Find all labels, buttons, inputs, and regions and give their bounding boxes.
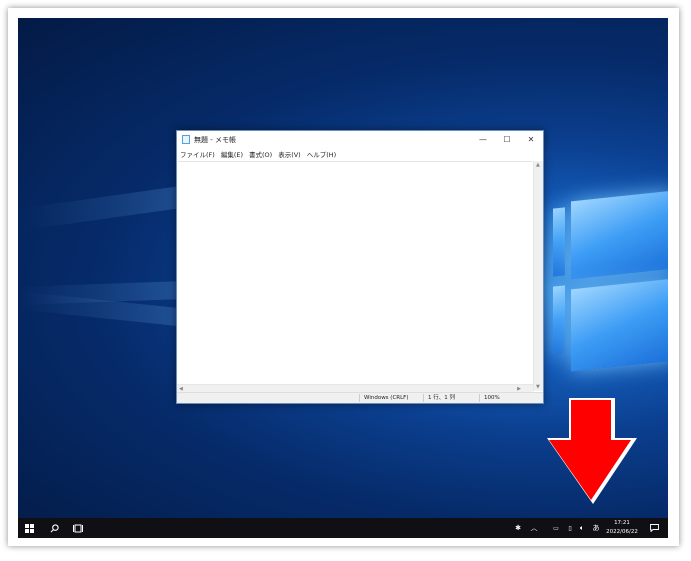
menu-edit[interactable]: 編集(E) xyxy=(221,149,243,159)
close-button[interactable]: ✕ xyxy=(519,131,543,148)
status-bar: Windows (CRLF) 1 行、1 列 100% xyxy=(177,392,543,403)
title-bar[interactable]: 無題 - メモ帳 — ☐ ✕ xyxy=(177,131,543,148)
search-button[interactable] xyxy=(44,518,64,538)
volume-icon[interactable]: 🔈︎ xyxy=(576,518,588,538)
status-encoding: Windows (CRLF) xyxy=(359,394,424,402)
clock-date[interactable]: 2022/06/22 xyxy=(602,529,642,535)
maximize-button[interactable]: ☐ xyxy=(495,131,519,148)
scroll-up-icon[interactable]: ▲ xyxy=(536,162,540,168)
network-icon[interactable]: ▯ xyxy=(564,518,576,538)
people-icon[interactable]: ✱ xyxy=(512,518,524,538)
notepad-window[interactable]: 無題 - メモ帳 — ☐ ✕ ファイル(F) 編集(E) 書式(O) 表示(V)… xyxy=(176,130,544,404)
menu-view[interactable]: 表示(V) xyxy=(278,149,301,159)
minimize-button[interactable]: — xyxy=(471,131,495,148)
windows-start-icon xyxy=(24,523,34,533)
search-icon xyxy=(50,523,59,532)
vertical-scrollbar[interactable]: ▲ ▼ xyxy=(533,161,543,391)
notification-center-icon[interactable] xyxy=(646,518,662,538)
task-view-button[interactable] xyxy=(68,518,88,538)
scroll-down-icon[interactable]: ▼ xyxy=(536,384,540,390)
status-position: 1 行、1 列 xyxy=(423,394,478,402)
menu-file[interactable]: ファイル(F) xyxy=(180,149,215,159)
taskbar: ✱ ︿ ▭ ▯ 🔈︎ あ 17:21 2022/06/22 xyxy=(18,518,668,538)
menu-bar: ファイル(F) 編集(E) 書式(O) 表示(V) ヘルプ(H) xyxy=(177,148,543,160)
start-button[interactable] xyxy=(18,518,40,538)
battery-icon[interactable]: ▭ xyxy=(550,518,562,538)
ime-indicator[interactable]: あ xyxy=(590,518,602,538)
annotation-down-arrow-icon xyxy=(547,398,637,504)
task-view-icon xyxy=(73,524,83,532)
wallpaper-windows-logo xyxy=(553,190,668,376)
chevron-up-icon[interactable]: ︿ xyxy=(528,518,540,538)
menu-help[interactable]: ヘルプ(H) xyxy=(307,149,336,159)
notepad-icon xyxy=(182,135,190,144)
menu-format[interactable]: 書式(O) xyxy=(249,149,272,159)
clock-time[interactable]: 17:21 xyxy=(602,520,642,526)
text-editor[interactable] xyxy=(178,161,532,392)
window-title: 無題 - メモ帳 xyxy=(194,135,236,144)
status-zoom: 100% xyxy=(479,394,534,402)
